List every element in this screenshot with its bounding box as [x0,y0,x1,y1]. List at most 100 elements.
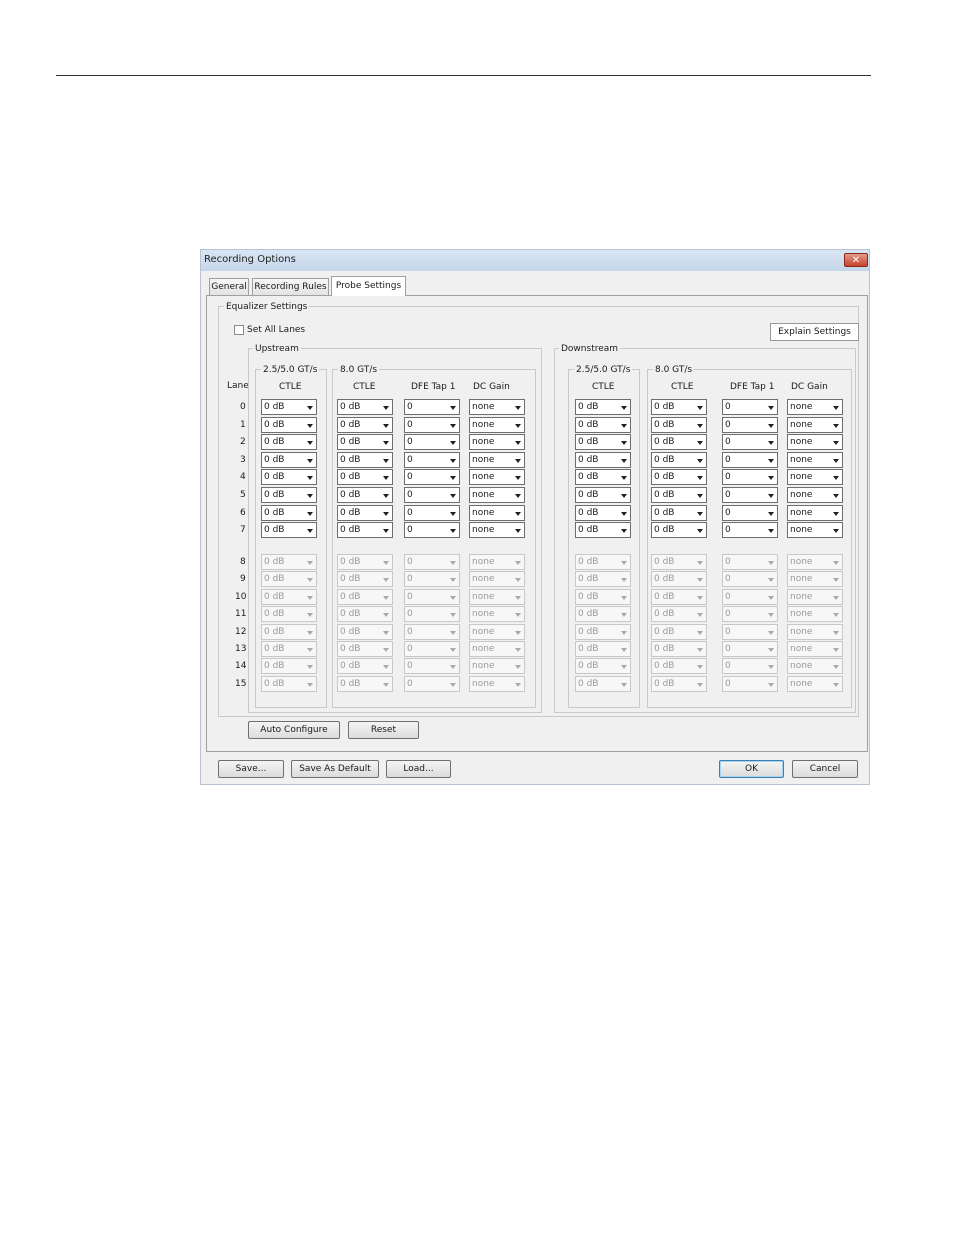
upstream-gen12-ctle-dropdown[interactable]: 0 dB [261,469,317,486]
upstream-dc-gain-dropdown[interactable]: none [469,469,525,486]
downstream-dfe-tap1-dropdown[interactable]: 0 [722,522,778,539]
dropdown-value: 0 dB [578,661,599,672]
downstream-gen12-ctle-dropdown[interactable]: 0 dB [575,434,631,451]
upstream-dc-gain-dropdown[interactable]: none [469,416,525,433]
upstream-dc-gain-dropdown[interactable]: none [469,451,525,468]
downstream-gen3-ctle-dropdown[interactable]: 0 dB [651,416,707,433]
upstream-gen12-ctle-dropdown[interactable]: 0 dB [261,487,317,503]
downstream-gen3-ctle-dropdown[interactable]: 0 dB [651,434,707,451]
downstream-dfe-tap1-dropdown[interactable]: 0 [722,434,778,451]
downstream-dfe-tap1-dropdown[interactable]: 0 [722,399,778,415]
dropdown-value: none [472,626,495,637]
dropdown-value: 0 [725,437,731,448]
downstream-dc-gain-dropdown[interactable]: none [787,469,843,486]
chevron-down-icon [768,423,774,428]
upstream-gen3-ctle-dropdown[interactable]: 0 dB [337,434,393,451]
downstream-dc-gain-dropdown[interactable]: none [787,416,843,433]
save-button[interactable]: Save... [218,760,284,778]
downstream-gen12-ctle-dropdown[interactable]: 0 dB [575,451,631,468]
upstream-gen12-ctle-dropdown[interactable]: 0 dB [261,504,317,521]
dropdown-value: 0 dB [340,644,361,654]
upstream-gen3-ctle-dropdown: 0 dB [337,588,393,605]
upstream-gen3-ctle-dropdown: 0 dB [337,658,393,675]
upstream-gen12-ctle-dropdown[interactable]: 0 dB [261,434,317,451]
downstream-gen12-ctle-dropdown[interactable]: 0 dB [575,487,631,503]
upstream-dc-gain-dropdown[interactable]: none [469,434,525,451]
upstream-gen12-ctle-dropdown[interactable]: 0 dB [261,451,317,468]
chevron-down-icon [515,682,521,687]
downstream-dc-gain-dropdown[interactable]: none [787,487,843,503]
upstream-gen3-ctle-dropdown[interactable]: 0 dB [337,469,393,486]
upstream-gen3-ctle-dropdown[interactable]: 0 dB [337,416,393,433]
downstream-dfe-tap1-dropdown[interactable]: 0 [722,451,778,468]
dropdown-value: 0 [407,402,413,412]
upstream-dc-gain-dropdown[interactable]: none [469,487,525,503]
downstream-gen3-ctle-dropdown[interactable]: 0 dB [651,504,707,521]
auto-configure-button[interactable]: Auto Configure [248,721,340,739]
upstream-gen12-ctle-dropdown: 0 dB [261,658,317,675]
explain-settings-button[interactable]: Explain Settings [770,323,859,341]
downstream-dc-gain-dropdown[interactable]: none [787,504,843,521]
chevron-down-icon [833,529,839,534]
upstream-gen3-ctle-dropdown[interactable]: 0 dB [337,451,393,468]
upstream-dfe-tap1-dropdown[interactable]: 0 [404,451,460,468]
downstream-gen3-ctle-dropdown[interactable]: 0 dB [651,522,707,539]
upstream-gen3-ctle-dropdown[interactable]: 0 dB [337,522,393,539]
dropdown-value: none [790,661,813,672]
downstream-gen12-ctle-dropdown[interactable]: 0 dB [575,522,631,539]
downstream-dfe-tap1-dropdown[interactable]: 0 [722,504,778,521]
upstream-gen3-ctle-dropdown[interactable]: 0 dB [337,399,393,415]
downstream-gen3-ctle-dropdown[interactable]: 0 dB [651,399,707,415]
upstream-dfe-tap1-dropdown[interactable]: 0 [404,399,460,415]
title-bar[interactable]: Recording Options ✕ [201,250,869,271]
downstream-dc-gain-dropdown[interactable]: none [787,451,843,468]
save-as-default-button[interactable]: Save As Default [291,760,379,778]
upstream-dfe-tap1-dropdown[interactable]: 0 [404,487,460,503]
downstream-dc-gain-dropdown[interactable]: none [787,434,843,451]
reset-button[interactable]: Reset [348,721,419,739]
upstream-gen12-ctle-dropdown[interactable]: 0 dB [261,416,317,433]
upstream-dc-gain-dropdown[interactable]: none [469,504,525,521]
tab-recording-rules[interactable]: Recording Rules [252,278,329,295]
upstream-gen12-ctle-dropdown[interactable]: 0 dB [261,399,317,415]
tab-probe-settings[interactable]: Probe Settings [331,276,406,296]
downstream-gen12-label: 2.5/5.0 GT/s [574,365,633,375]
upstream-dfe-tap1-dropdown[interactable]: 0 [404,504,460,521]
downstream-gen12-ctle-dropdown[interactable]: 0 dB [575,469,631,486]
downstream-dfe-tap1-dropdown[interactable]: 0 [722,469,778,486]
tab-general[interactable]: General [209,278,249,295]
dropdown-value: 0 dB [340,626,361,637]
upstream-dfe-tap1-dropdown[interactable]: 0 [404,522,460,539]
dropdown-value: 0 [725,626,731,637]
upstream-dfe-tap1-dropdown[interactable]: 0 [404,434,460,451]
upstream-gen12-ctle-dropdown[interactable]: 0 dB [261,522,317,539]
close-button[interactable]: ✕ [844,253,868,267]
downstream-gen12-ctle-dropdown[interactable]: 0 dB [575,399,631,415]
load-button[interactable]: Load... [386,760,451,778]
chevron-down-icon [833,494,839,498]
downstream-dfe-tap1-dropdown[interactable]: 0 [722,416,778,433]
set-all-lanes-checkbox[interactable] [234,325,244,335]
upstream-dfe-tap1-dropdown[interactable]: 0 [404,469,460,486]
dropdown-value: none [790,490,813,500]
downstream-gen12-ctle-dropdown[interactable]: 0 dB [575,504,631,521]
downstream-dc-gain-dropdown[interactable]: none [787,399,843,415]
upstream-dc-gain-dropdown[interactable]: none [469,399,525,415]
downstream-gen3-ctle-dropdown[interactable]: 0 dB [651,487,707,503]
upstream-gen3-ctle-dropdown[interactable]: 0 dB [337,504,393,521]
downstream-gen12-ctle-dropdown[interactable]: 0 dB [575,416,631,433]
downstream-dc-gain-dropdown[interactable]: none [787,522,843,539]
downstream-dfe-tap1-dropdown: 0 [722,588,778,605]
upstream-dc-gain-dropdown[interactable]: none [469,522,525,539]
upstream-dfe-tap1-dropdown[interactable]: 0 [404,416,460,433]
cancel-button[interactable]: Cancel [792,760,858,778]
downstream-gen3-ctle-dropdown[interactable]: 0 dB [651,451,707,468]
dropdown-value: 0 [407,490,413,500]
downstream-gen3-ctle-dropdown[interactable]: 0 dB [651,469,707,486]
chevron-down-icon [383,406,389,410]
downstream-dfe-tap1-dropdown[interactable]: 0 [722,487,778,503]
lane-number: 0 [240,402,246,412]
ok-button[interactable]: OK [719,760,784,778]
chevron-down-icon [515,441,521,446]
upstream-gen3-ctle-dropdown[interactable]: 0 dB [337,487,393,503]
